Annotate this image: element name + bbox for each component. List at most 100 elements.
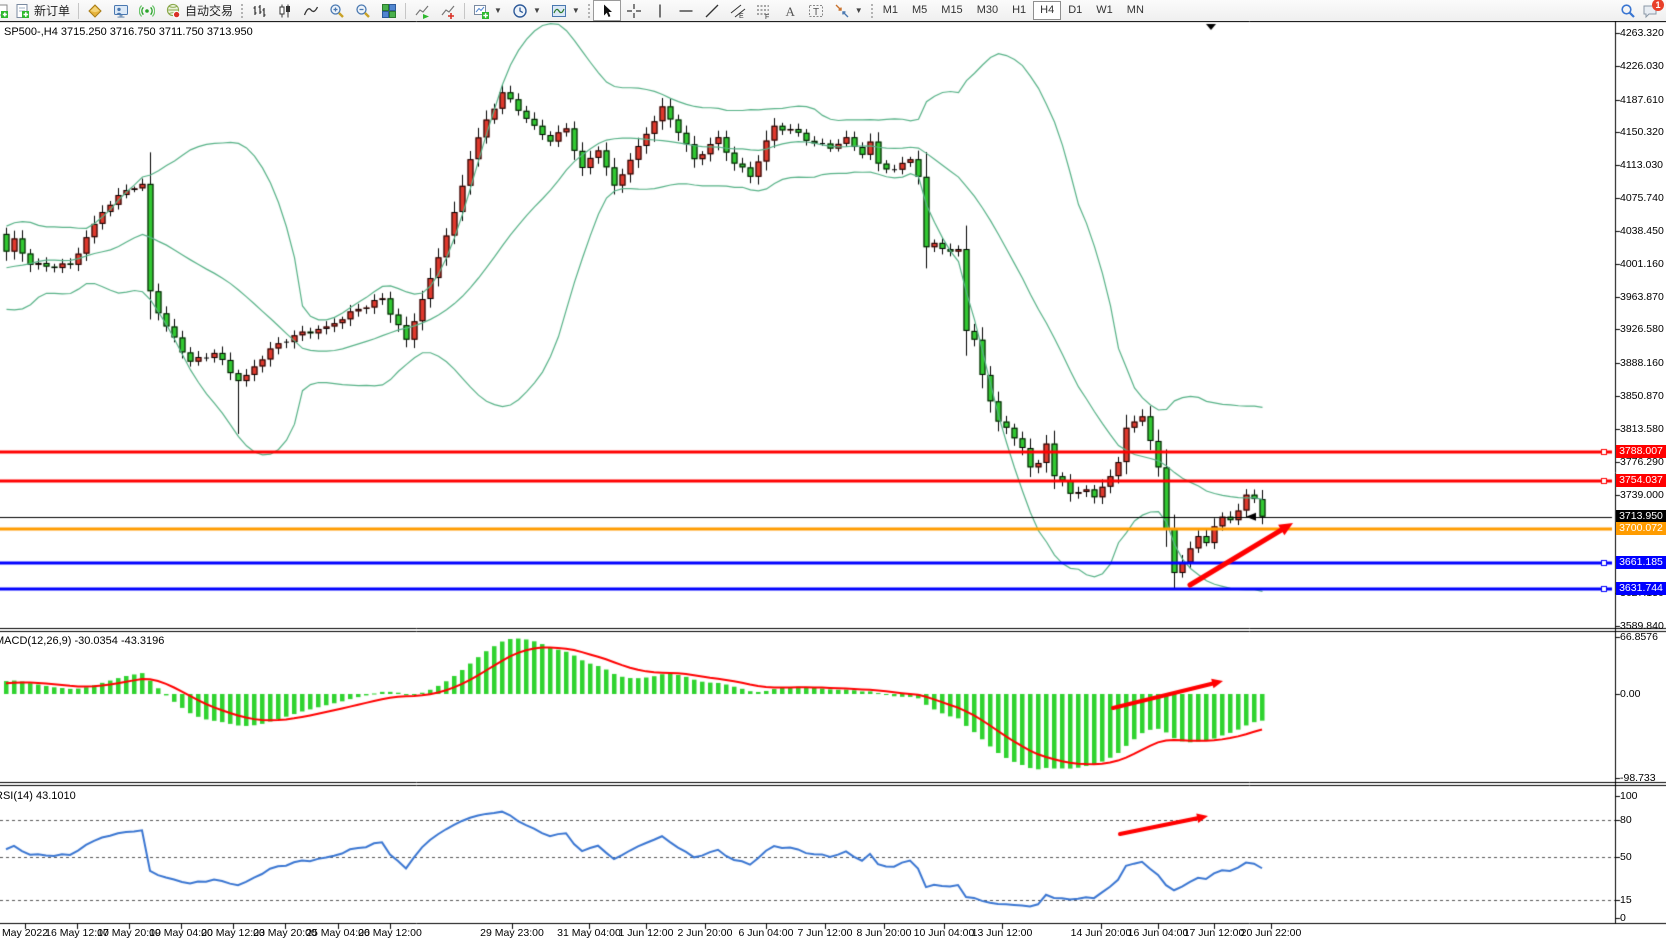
price-axis-tick-label: 3888.160: [1620, 357, 1664, 369]
zoom-in-icon: [329, 3, 345, 19]
svg-text:A: A: [785, 4, 795, 19]
price-line-tag[interactable]: 3661.185: [1616, 556, 1666, 569]
notifications-chat-icon[interactable]: 1: [1642, 3, 1658, 19]
clipped-chart-icon[interactable]: [0, 3, 9, 19]
template-icon: [551, 3, 567, 19]
main-toolbar: 新订单 自动交易: [0, 0, 1666, 22]
templates-button[interactable]: ▼: [546, 1, 585, 20]
bar-chart-icon: [251, 3, 267, 19]
fibonacci-icon: F: [756, 3, 772, 19]
price-axis-tick-label: 3850.870: [1620, 390, 1664, 402]
equidistant-channel-icon: E: [730, 3, 746, 19]
price-axis-tick-label: 4001.160: [1620, 258, 1664, 270]
new-order-label: 新订单: [34, 2, 70, 19]
toolbar-separator: [405, 3, 406, 19]
price-axis-tick-label: 4038.450: [1620, 225, 1664, 237]
macd-axis-tick-label: 0.00: [1620, 688, 1640, 700]
horizontal-line-tool-button[interactable]: [673, 1, 699, 20]
time-axis-label: 13 Jun 12:00: [957, 927, 1047, 939]
crosshair-tool-button[interactable]: [621, 1, 647, 20]
globe-icon: [165, 3, 181, 19]
mt4-application: 新订单 自动交易: [0, 0, 1666, 940]
price-line-tag[interactable]: 3788.007: [1616, 445, 1666, 458]
zoom-in-button[interactable]: [324, 1, 350, 20]
svg-text:E: E: [739, 13, 744, 19]
toolbar-separator: [78, 3, 79, 19]
timeframe-button-h1[interactable]: H1: [1005, 1, 1033, 20]
fibonacci-tool-button[interactable]: F: [751, 1, 777, 20]
rsi-axis-tick-label: 80: [1620, 814, 1632, 826]
toolbar-grip[interactable]: [871, 4, 873, 18]
cursor-tool-button[interactable]: [593, 0, 621, 21]
timeframe-button-m5[interactable]: M5: [905, 1, 934, 20]
new-chart-button[interactable]: ▼: [468, 1, 507, 20]
price-axis-tick-label: 4263.320: [1620, 27, 1664, 39]
periods-button[interactable]: ▼: [507, 1, 546, 20]
notification-badge: 1: [1652, 0, 1664, 11]
tile-windows-icon: [381, 3, 397, 19]
arrows-tool-button[interactable]: ▼: [829, 1, 868, 20]
timeframe-button-m1[interactable]: M1: [876, 1, 905, 20]
timeframe-toolbar: M1M5M15M30H1H4D1W1MN: [876, 1, 1151, 20]
candlestick-icon: [277, 3, 293, 19]
timeframe-button-d1[interactable]: D1: [1061, 1, 1089, 20]
clock-icon: [512, 3, 528, 19]
macd-axis-tick-label: 66.8576: [1620, 631, 1658, 643]
text-tool-button[interactable]: A: [777, 1, 803, 20]
svg-text:F: F: [765, 14, 769, 19]
signals-button[interactable]: [134, 1, 160, 20]
timeframe-button-w1[interactable]: W1: [1089, 1, 1120, 20]
chart-window: SP500-,H4 3715.250 3716.750 3711.750 371…: [0, 21, 1666, 940]
price-line-tag[interactable]: 3754.037: [1616, 474, 1666, 487]
new-order-icon: [14, 3, 30, 19]
auto-trading-button[interactable]: 自动交易: [160, 1, 238, 20]
rsi-indicator-label: RSI(14) 43.1010: [0, 790, 76, 802]
zoom-out-icon: [355, 3, 371, 19]
toolbar-grip[interactable]: [588, 4, 590, 18]
crosshair-icon: [626, 3, 642, 19]
chart-canvas[interactable]: [0, 21, 1666, 940]
text-label-tool-button[interactable]: T: [803, 1, 829, 20]
new-chart-icon: [473, 3, 489, 19]
line-chart-mode-button[interactable]: [298, 1, 324, 20]
arrows-icon: [834, 3, 850, 19]
price-line-tag[interactable]: 3631.744: [1616, 582, 1666, 595]
time-axis-label: 20 Jun 22:00: [1226, 927, 1316, 939]
auto-trading-label: 自动交易: [185, 2, 233, 19]
chevron-down-icon: ▼: [494, 6, 502, 15]
chevron-down-icon: ▼: [533, 6, 541, 15]
price-axis-tick-label: 4113.030: [1620, 159, 1663, 171]
toolbar-separator: [464, 3, 465, 19]
vertical-line-tool-button[interactable]: [647, 1, 673, 20]
toolbar-grip[interactable]: [241, 4, 243, 18]
vertical-line-icon: [652, 3, 668, 19]
timeframe-button-h4[interactable]: H4: [1033, 1, 1061, 20]
channel-tool-button[interactable]: E: [725, 1, 751, 20]
svg-text:T: T: [813, 7, 819, 18]
zoom-out-button[interactable]: [350, 1, 376, 20]
new-order-button[interactable]: 新订单: [9, 1, 75, 20]
terminal-button[interactable]: [108, 1, 134, 20]
timeframe-button-mn[interactable]: MN: [1120, 1, 1151, 20]
price-line-tag[interactable]: 3700.072: [1616, 522, 1666, 535]
text-label-icon: T: [808, 3, 824, 19]
tile-windows-button[interactable]: [376, 1, 402, 20]
time-axis-label: 26 May 12:00: [345, 927, 435, 939]
auto-scroll-button[interactable]: [409, 1, 435, 20]
market-watch-button[interactable]: [82, 1, 108, 20]
chart-shift-button[interactable]: [435, 1, 461, 20]
timeframe-button-m15[interactable]: M15: [934, 1, 969, 20]
trendline-tool-button[interactable]: [699, 1, 725, 20]
candlestick-mode-button[interactable]: [272, 1, 298, 20]
horizontal-line-icon: [678, 3, 694, 19]
macd-indicator-label: MACD(12,26,9) -30.0354 -43.3196: [0, 635, 164, 647]
bar-chart-mode-button[interactable]: [246, 1, 272, 20]
chart-title-ohlc: SP500-,H4 3715.250 3716.750 3711.750 371…: [4, 26, 253, 38]
price-axis-tick-label: 3739.000: [1620, 489, 1664, 501]
cursor-icon: [599, 3, 615, 19]
chart-shift-icon: [440, 3, 456, 19]
timeframe-button-m30[interactable]: M30: [970, 1, 1005, 20]
price-axis-tick-label: 4150.320: [1620, 126, 1664, 138]
search-icon[interactable]: [1620, 3, 1636, 19]
chart-autoscroll-icon: [414, 3, 430, 19]
